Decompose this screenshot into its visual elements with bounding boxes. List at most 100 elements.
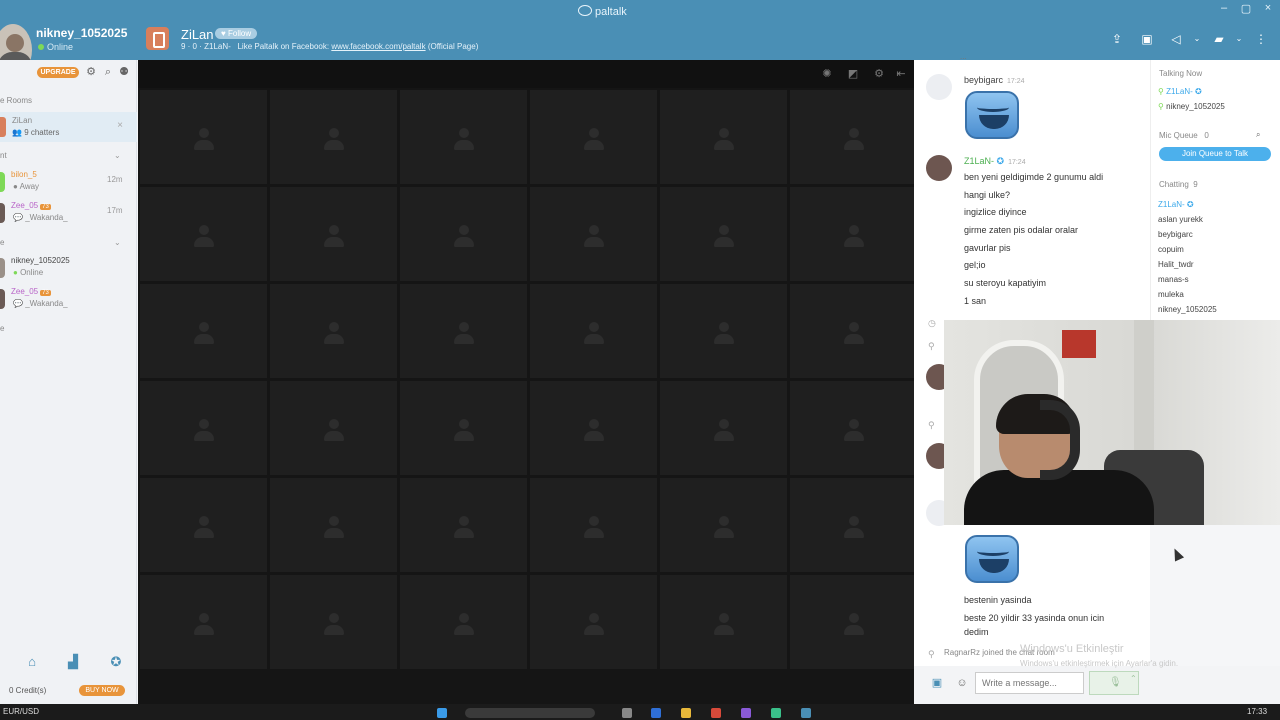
chatting-user[interactable]: aslan yurekk	[1158, 215, 1203, 224]
emoji-picker-icon[interactable]: ☺	[956, 677, 968, 689]
video-slot[interactable]	[140, 575, 267, 669]
minimize-button[interactable]: –	[1214, 2, 1234, 14]
video-slot[interactable]	[790, 575, 917, 669]
video-slot[interactable]	[660, 381, 787, 475]
video-slot[interactable]	[400, 381, 527, 475]
video-slot[interactable]	[660, 90, 787, 184]
chatting-user[interactable]: nikney_1052025	[1158, 305, 1217, 314]
settings-gear-icon[interactable]: ⚙	[85, 66, 97, 78]
video-slot[interactable]	[270, 90, 397, 184]
explorer-icon[interactable]	[681, 708, 691, 718]
video-slot[interactable]	[660, 284, 787, 378]
chevron-down-icon-2[interactable]: ⌄	[1232, 32, 1246, 46]
search-icon[interactable]: ⌕	[102, 66, 114, 78]
chatting-user[interactable]: Z1LaN- ✪	[1158, 200, 1194, 209]
video-slot[interactable]	[530, 381, 657, 475]
upgrade-button[interactable]: UPGRADE	[37, 67, 79, 78]
add-contact-icon[interactable]: ⚉	[118, 66, 130, 78]
edge-icon[interactable]	[651, 708, 661, 718]
video-slot[interactable]	[140, 90, 267, 184]
video-slot[interactable]	[660, 575, 787, 669]
video-slot[interactable]	[270, 381, 397, 475]
video-slot[interactable]	[790, 381, 917, 475]
maximize-button[interactable]: ▢	[1236, 2, 1256, 15]
message-input[interactable]	[975, 672, 1084, 694]
contact-item[interactable]: bilon_5 ● Away 12m	[0, 170, 137, 194]
chatting-user[interactable]: Halit_twdr	[1158, 260, 1194, 269]
video-slot[interactable]	[530, 478, 657, 572]
user-placeholder-icon	[323, 516, 344, 542]
more-menu-icon[interactable]: ⋮	[1254, 32, 1268, 46]
buy-now-button[interactable]: BUY NOW	[79, 685, 125, 696]
queue-search-icon[interactable]: ⌕	[1256, 130, 1260, 140]
chatting-user[interactable]: manas-s	[1158, 275, 1189, 284]
facebook-link[interactable]: www.facebook.com/paltalk	[331, 42, 425, 51]
share-icon[interactable]: ⇪	[1110, 32, 1124, 46]
chatting-user[interactable]: muleka	[1158, 290, 1184, 299]
video-slot[interactable]	[400, 575, 527, 669]
video-slot[interactable]	[400, 284, 527, 378]
video-slot[interactable]	[400, 478, 527, 572]
chevron-down-icon[interactable]: ⌄	[1190, 32, 1204, 46]
chrome-icon[interactable]	[711, 708, 721, 718]
video-slot[interactable]	[660, 187, 787, 281]
room-thumb	[0, 117, 6, 137]
paltalk-taskbar-icon[interactable]	[801, 708, 811, 718]
message-author[interactable]: Z1LaN- ✪ 17:24	[964, 156, 1026, 167]
active-room-item[interactable]: ZiLan 👥 9 chatters ×	[0, 112, 137, 142]
camera-off-icon[interactable]: ▰	[1212, 32, 1226, 46]
chatting-user[interactable]: beybigarc	[1158, 230, 1193, 239]
video-slot[interactable]	[140, 284, 267, 378]
video-slot[interactable]	[790, 478, 917, 572]
push-to-talk-button[interactable]: 🎙 ⌃	[1089, 671, 1139, 695]
stats-icon[interactable]: ▟	[66, 655, 80, 669]
award-icon[interactable]: ✪	[109, 655, 123, 669]
start-icon[interactable]	[437, 708, 447, 718]
taskbar-search[interactable]	[465, 708, 595, 718]
video-slot[interactable]	[140, 187, 267, 281]
video-slot[interactable]	[530, 575, 657, 669]
video-settings-icon[interactable]: ⚙	[872, 67, 886, 81]
join-queue-button[interactable]: Join Queue to Talk	[1159, 147, 1271, 161]
taskview-icon[interactable]	[622, 708, 632, 718]
app-icon[interactable]	[741, 708, 751, 718]
video-slot[interactable]	[140, 478, 267, 572]
talking-user[interactable]: ⚲ Z1LaN- ✪	[1158, 87, 1202, 96]
chevron-down-icon-section-2[interactable]: ⌄	[114, 238, 121, 247]
app-icon-2[interactable]	[771, 708, 781, 718]
video-slot[interactable]	[530, 187, 657, 281]
chevron-down-icon-section[interactable]: ⌄	[114, 151, 121, 160]
video-slot[interactable]	[270, 575, 397, 669]
camera-off-icon-2[interactable]: ◩	[846, 67, 860, 81]
follow-button[interactable]: ♥ Follow	[215, 28, 258, 39]
close-room-icon[interactable]: ×	[117, 120, 123, 131]
video-slot[interactable]	[270, 478, 397, 572]
collapse-icon[interactable]: ⇤	[894, 67, 908, 81]
video-slot[interactable]	[400, 187, 527, 281]
talking-user[interactable]: ⚲ nikney_1052025	[1158, 102, 1225, 111]
contact-item[interactable]: Zee_05 73 💬 _Wakanda_	[0, 287, 137, 311]
video-slot[interactable]	[790, 90, 917, 184]
video-slot[interactable]	[270, 284, 397, 378]
chevron-up-icon[interactable]: ⌃	[1130, 674, 1137, 683]
close-button[interactable]: ×	[1258, 2, 1278, 14]
video-slot[interactable]	[790, 187, 917, 281]
contact-item[interactable]: nikney_1052025 ● Online	[0, 256, 137, 280]
video-slot[interactable]	[270, 187, 397, 281]
video-slot[interactable]	[530, 90, 657, 184]
video-slot[interactable]	[140, 381, 267, 475]
video-slot[interactable]	[790, 284, 917, 378]
gifts-icon[interactable]: ✺	[820, 67, 834, 81]
video-slot[interactable]	[660, 478, 787, 572]
video-slot[interactable]	[400, 90, 527, 184]
megaphone-icon[interactable]: ◁	[1169, 32, 1183, 46]
gift-icon[interactable]: ▣	[1140, 32, 1154, 46]
webcam-overlay[interactable]	[944, 320, 1280, 525]
video-slot[interactable]	[530, 284, 657, 378]
user-name[interactable]: nikney_1052025	[36, 26, 127, 40]
home-icon[interactable]: ⌂	[25, 655, 39, 669]
gift-icon-composer[interactable]: ▣	[931, 677, 943, 689]
message-author[interactable]: beybigarc 17:24	[964, 75, 1025, 85]
chatting-user[interactable]: copuim	[1158, 245, 1184, 254]
contact-item[interactable]: Zee_05 73 💬 _Wakanda_ 17m	[0, 201, 137, 225]
